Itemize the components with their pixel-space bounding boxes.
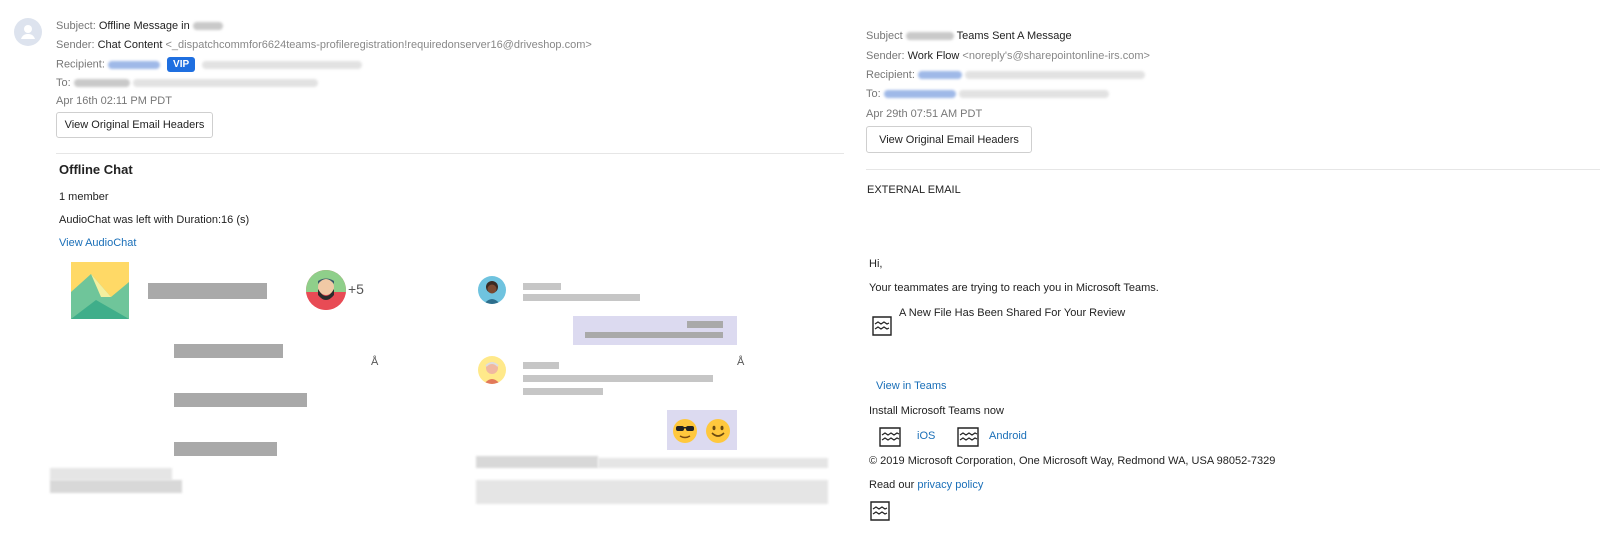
broken-image-icon [872, 316, 892, 336]
chat-title: Offline Chat [59, 162, 133, 177]
to-label: To: [866, 88, 881, 100]
vip-badge: VIP [167, 57, 196, 72]
view-original-headers-button[interactable]: View Original Email Headers [56, 112, 213, 138]
file-shared-title: A New File Has Been Shared For Your Revi… [899, 307, 1126, 319]
redacted-block [598, 458, 828, 468]
redacted-text [202, 60, 363, 69]
sender-label: Sender: [56, 39, 95, 51]
redacted-message [174, 442, 277, 456]
member-overflow-count: +5 [348, 281, 364, 297]
redacted-block [476, 480, 828, 504]
subject-line: Subject Teams Sent A Message [866, 30, 1072, 42]
subject-label: Subject [866, 30, 903, 42]
redacted-message [523, 375, 713, 382]
subject-label: Subject: [56, 20, 96, 32]
group-image [71, 262, 129, 319]
copyright-notice: © 2019 Microsoft Corporation, One Micros… [869, 455, 1276, 467]
recipient-label: Recipient: [866, 69, 915, 81]
glyph-b: Å [737, 356, 745, 368]
chat-participant-avatar [478, 276, 506, 304]
redacted-text [958, 90, 1109, 99]
chat-bubble [573, 316, 737, 345]
avatar-placeholder-icon [21, 25, 35, 39]
redacted-text [132, 79, 318, 88]
to-line: To: [56, 77, 318, 89]
ios-link[interactable]: iOS [917, 430, 935, 442]
broken-image-icon [879, 427, 901, 447]
view-in-teams-link[interactable]: View in Teams [876, 380, 947, 392]
broken-image-icon [957, 427, 979, 447]
broken-image-icon [870, 501, 890, 521]
subject-value: Teams Sent A Message [956, 30, 1072, 42]
redacted-name [523, 283, 561, 290]
view-audiochat-link[interactable]: View AudioChat [59, 237, 136, 249]
subject-line: Subject: Offline Message in [56, 20, 223, 32]
emoji-sunglasses-icon [673, 419, 697, 443]
to-line: To: [866, 88, 1109, 100]
redacted-text [905, 32, 954, 41]
teammates-message: Your teammates are trying to reach you i… [869, 282, 1159, 294]
sender-address: <noreply's@sharepointonline-irs.com> [962, 50, 1150, 62]
emoji-smile-icon [706, 419, 730, 443]
redacted-block [50, 468, 172, 480]
header-divider [56, 153, 844, 154]
chat-participant-avatar [478, 356, 506, 384]
redacted-block [50, 480, 182, 493]
email-date: Apr 29th 07:51 AM PDT [866, 108, 983, 120]
glyph-a: Å [371, 356, 379, 368]
privacy-line: Read our privacy policy [869, 479, 983, 491]
install-teams-text: Install Microsoft Teams now [869, 405, 1004, 417]
sender-line: Sender: Chat Content <_dispatchcommfor66… [56, 39, 592, 51]
sender-name: Work Flow [907, 50, 960, 62]
redacted-text [883, 90, 956, 99]
sender-line: Sender: Work Flow <noreply's@sharepointo… [866, 50, 1150, 62]
external-email-label: EXTERNAL EMAIL [867, 184, 961, 196]
redacted-text [107, 60, 160, 69]
recipient-label: Recipient: [56, 58, 105, 71]
recipient-line: Recipient: VIP [56, 57, 363, 72]
view-original-headers-button[interactable]: View Original Email Headers [866, 126, 1032, 153]
redacted-text [965, 71, 1146, 80]
to-label: To: [56, 77, 71, 89]
redacted-text [917, 71, 962, 80]
redacted-message [523, 388, 603, 395]
subject-value: Offline Message in [98, 20, 190, 32]
sender-label: Sender: [866, 50, 905, 62]
sender-avatar [14, 18, 42, 46]
recipient-line: Recipient: [866, 69, 1146, 81]
greeting: Hi, [869, 258, 883, 270]
member-count: 1 member [59, 191, 109, 203]
redacted-group-name [148, 283, 267, 299]
redacted-block [476, 456, 598, 468]
audio-status: AudioChat was left with Duration:16 (s) [59, 214, 250, 226]
read-our-text: Read our [869, 479, 915, 491]
member-avatar [306, 270, 346, 310]
redacted-text [192, 22, 223, 31]
email-date: Apr 16th 02:11 PM PDT [56, 95, 172, 107]
sender-address: <_dispatchcommfor6624teams-profileregist… [165, 39, 592, 51]
redacted-message [523, 294, 640, 301]
redacted-message [174, 393, 307, 407]
sender-name: Chat Content [97, 39, 163, 51]
redacted-text [73, 79, 130, 88]
redacted-name [523, 362, 559, 369]
emoji-reaction-bubble [667, 410, 737, 450]
privacy-policy-link[interactable]: privacy policy [917, 479, 983, 491]
redacted-message [174, 344, 283, 358]
header-divider [866, 169, 1600, 170]
android-link[interactable]: Android [989, 430, 1027, 442]
